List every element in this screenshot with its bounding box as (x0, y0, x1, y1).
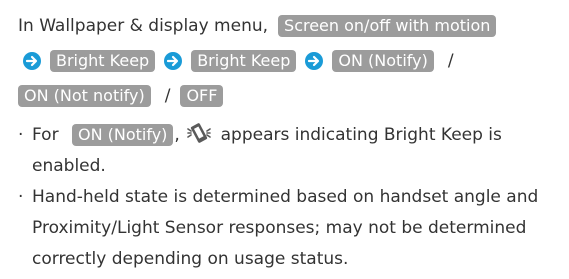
option-on-notify-inline: ON (Notify) (71, 124, 174, 146)
right-arrow-circle-icon (23, 51, 41, 70)
step-screen-on-off-with-motion: Screen on/off with motion (278, 14, 497, 37)
intro-text: In Wallpaper & display menu, (18, 15, 269, 36)
notes-list: · For ON (Notify), appears indicating Br… (18, 120, 569, 275)
bullet: · (18, 125, 24, 145)
bullet: · (18, 187, 24, 207)
right-arrow-circle-icon (305, 51, 324, 70)
step-bright-keep: Bright Keep (50, 49, 156, 72)
option-off: OFF (180, 84, 224, 107)
right-arrow-circle-icon (164, 51, 183, 70)
instruction-line-3: ON (Not notify) / OFF (18, 78, 569, 113)
bright-keep-status-icon (187, 123, 212, 143)
instruction-line-1: In Wallpaper & display menu, Screen on/o… (18, 8, 569, 43)
note-prefix: For (32, 125, 59, 145)
note-text: Hand-held state is determined based on h… (32, 187, 539, 269)
note-comma: , (174, 125, 180, 145)
instruction-line-2: Bright Keep Bright Keep ON (Notify) / (18, 43, 569, 78)
separator: / (164, 85, 171, 106)
step-bright-keep-setting: Bright Keep (191, 49, 297, 72)
separator: / (447, 50, 454, 71)
option-on-not-notify: ON (Not notify) (18, 84, 151, 107)
instruction-document: In Wallpaper & display menu, Screen on/o… (0, 0, 569, 279)
option-on-notify: ON (Notify) (332, 49, 434, 72)
note-item: · Hand-held state is determined based on… (18, 182, 567, 275)
note-item: · For ON (Notify), appears indicating Br… (18, 120, 567, 182)
